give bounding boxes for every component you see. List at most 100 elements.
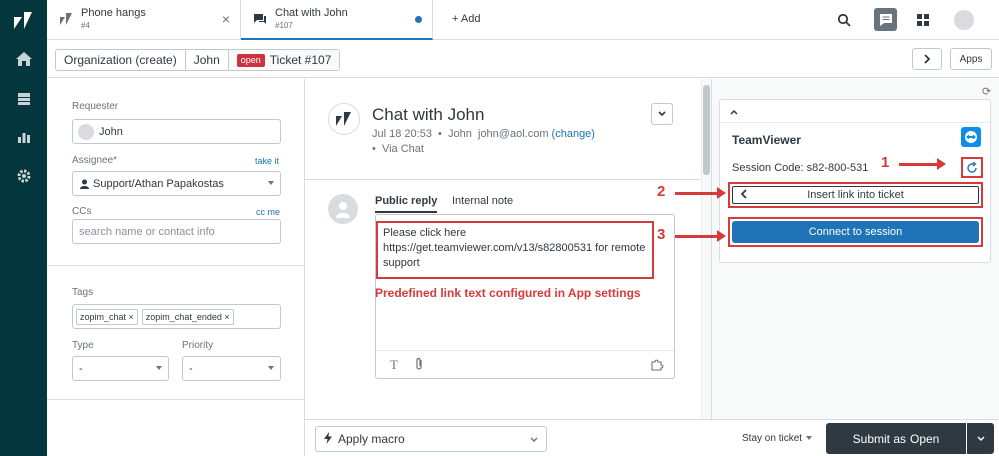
- cc-me-link[interactable]: cc me: [256, 207, 280, 217]
- scrollbar[interactable]: [701, 79, 711, 419]
- requester-field[interactable]: John: [72, 119, 281, 144]
- ccs-label: CCs: [72, 206, 92, 217]
- assignee-select[interactable]: Support/Athan Papakostas: [72, 171, 281, 196]
- chat-icon[interactable]: [874, 8, 897, 31]
- tab-public-reply[interactable]: Public reply: [375, 195, 438, 213]
- requester-label: Requester: [72, 101, 119, 112]
- chevron-right-button[interactable]: [912, 48, 942, 70]
- ticket-date: Jul 18 20:53: [372, 128, 432, 140]
- ccs-placeholder: search name or contact info: [79, 225, 215, 238]
- ticket-icon: [59, 12, 73, 26]
- session-code-value: s82-800-531: [806, 162, 869, 174]
- refresh-session-button[interactable]: [961, 157, 983, 178]
- ticket-options-button[interactable]: [651, 103, 673, 125]
- top-bar: Phone hangs #4 × Chat with John #107 + A…: [47, 0, 999, 40]
- chevron-down-icon: [806, 436, 813, 441]
- apps-puzzle-icon[interactable]: [651, 358, 664, 374]
- chevron-down-icon: [268, 181, 274, 185]
- tags-label: Tags: [72, 287, 94, 298]
- scrollbar-thumb[interactable]: [703, 85, 710, 175]
- submit-button[interactable]: Submit as Open: [826, 423, 966, 454]
- apps-button[interactable]: Apps: [950, 48, 992, 70]
- insert-link-button[interactable]: Insert link into ticket: [732, 186, 979, 204]
- breadcrumb: Organization (create) John open Ticket #…: [55, 49, 341, 71]
- tag-chip[interactable]: zopim_chat ×: [76, 308, 138, 325]
- requester-avatar: [78, 124, 94, 140]
- main-nav: [0, 0, 47, 456]
- annotation-arrow: [675, 187, 726, 199]
- step-number-1: 1: [881, 154, 890, 171]
- collapse-icon[interactable]: [730, 107, 738, 118]
- close-icon[interactable]: ×: [222, 12, 230, 26]
- attachment-icon[interactable]: [414, 357, 424, 374]
- annotation-arrow: [675, 230, 726, 242]
- divider: [47, 399, 305, 400]
- ccs-input[interactable]: search name or contact info: [72, 219, 281, 244]
- ticket-channel-icon: [328, 103, 360, 135]
- editor-toolbar: T: [376, 350, 674, 378]
- person-icon: [80, 179, 89, 192]
- user-avatar[interactable]: [954, 10, 974, 30]
- stay-on-ticket-select[interactable]: Stay on ticket: [742, 433, 813, 444]
- tab-subtitle: #4: [81, 21, 90, 30]
- lightning-icon: [324, 431, 332, 447]
- chevron-left-icon: [740, 189, 747, 202]
- reporting-icon[interactable]: [13, 126, 35, 148]
- annotation-highlight-box: Insert link into ticket: [728, 182, 983, 208]
- breadcrumb-ticket[interactable]: open Ticket #107: [228, 50, 340, 70]
- search-icon[interactable]: [834, 10, 854, 30]
- conversation-pane: Chat with John Jul 18 20:53 • John john@…: [305, 79, 711, 419]
- text-format-icon[interactable]: T: [390, 357, 398, 373]
- assignee-value: Support/Athan Papakostas: [93, 177, 224, 190]
- divider: [305, 179, 701, 180]
- breadcrumb-organization[interactable]: Organization (create): [56, 50, 186, 70]
- insert-link-label: Insert link into ticket: [807, 189, 904, 201]
- chevron-down-icon: [530, 435, 538, 445]
- ticket-title: Chat with John: [372, 105, 485, 124]
- refresh-icon: [967, 161, 977, 173]
- tab-title: Chat with John: [275, 7, 348, 19]
- chevron-down-icon: [977, 436, 984, 441]
- breadcrumb-user[interactable]: John: [186, 50, 229, 70]
- tab-chat-with-john[interactable]: Chat with John #107: [241, 0, 433, 40]
- type-label: Type: [72, 340, 94, 351]
- add-tab-button[interactable]: + Add: [452, 13, 480, 25]
- tag-chip[interactable]: zopim_chat_ended ×: [141, 308, 234, 325]
- ticket-author: John: [448, 128, 472, 140]
- session-code: Session Code: s82-800-531: [732, 162, 869, 174]
- settings-gear-icon[interactable]: [13, 165, 35, 187]
- chat-bubble-icon: [253, 12, 267, 26]
- ticket-meta: Jul 18 20:53 • John john@aol.com (change…: [372, 128, 595, 140]
- tags-input[interactable]: zopim_chat × zopim_chat_ended ×: [72, 304, 281, 329]
- divider: [47, 265, 305, 266]
- take-it-link[interactable]: take it: [255, 156, 279, 166]
- change-link[interactable]: (change): [552, 128, 595, 140]
- apply-macro-label: Apply macro: [338, 432, 405, 446]
- teamviewer-logo-icon: [961, 127, 981, 147]
- home-icon[interactable]: [13, 48, 35, 70]
- breadcrumb-ticket-label: Ticket #107: [269, 53, 332, 67]
- submit-status: Open: [910, 431, 940, 446]
- submit-prefix: Submit as: [852, 431, 906, 446]
- chevron-down-icon: [268, 366, 274, 370]
- app-name: TeamViewer: [732, 133, 801, 147]
- assignee-label: Assignee*: [72, 155, 118, 166]
- apply-macro-select[interactable]: Apply macro: [315, 426, 547, 452]
- tab-phone-hangs[interactable]: Phone hangs #4 ×: [47, 0, 241, 40]
- submit-options-button[interactable]: [967, 423, 994, 454]
- tab-internal-note[interactable]: Internal note: [452, 195, 513, 207]
- ticket-email: john@aol.com: [478, 128, 549, 140]
- priority-select[interactable]: -: [182, 356, 281, 381]
- agent-avatar: [328, 194, 358, 224]
- apps-sidebar: ⟳ TeamViewer Session Code: s82-800-531 I…: [711, 79, 999, 456]
- reply-text: Please click here https://get.teamviewer…: [383, 227, 646, 269]
- product-tray-icon[interactable]: [913, 10, 933, 30]
- views-icon[interactable]: [13, 88, 35, 110]
- bottom-action-bar: Apply macro Stay on ticket Submit as Ope…: [305, 419, 999, 456]
- type-select[interactable]: -: [72, 356, 169, 381]
- reload-apps-icon[interactable]: ⟳: [982, 85, 991, 98]
- step-number-3: 3: [657, 226, 666, 243]
- connect-to-session-button[interactable]: Connect to session: [732, 221, 979, 243]
- tab-subtitle: #107: [275, 21, 293, 30]
- zendesk-logo-icon[interactable]: [12, 9, 35, 32]
